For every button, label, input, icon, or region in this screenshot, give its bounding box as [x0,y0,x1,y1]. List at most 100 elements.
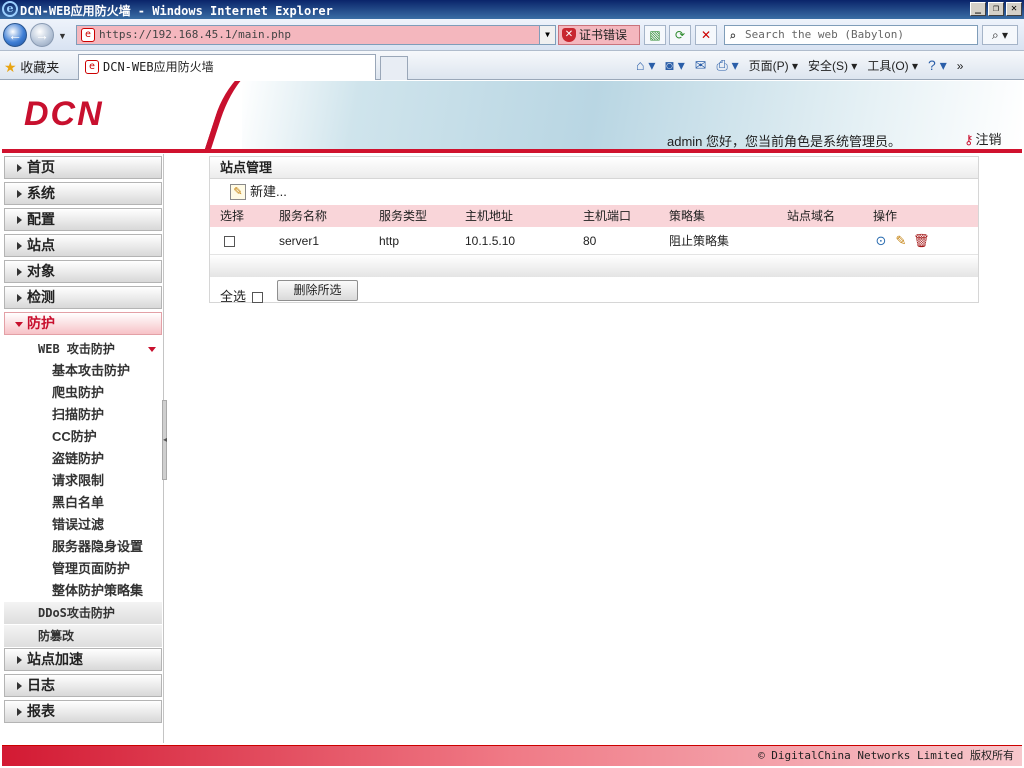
logout-label: 注销 [975,132,1002,147]
host-address-cell: 10.1.5.10 [465,234,516,248]
sidebar-item-detect[interactable]: 检测 [4,286,162,309]
row-select-checkbox[interactable] [224,236,235,248]
select-all: 全选 [220,286,264,305]
web-group-label: WEB 攻击防护 [38,342,115,356]
sidebar-item-system[interactable]: 系统 [4,182,162,205]
key-icon: ⚷ [964,132,974,147]
search-go-button[interactable]: ⌕ ▾ [982,25,1018,45]
table-header: 选择 服务名称 服务类型 主机地址 主机端口 策略集 站点域名 操作 [210,205,978,227]
stop-icon[interactable]: ✕ [695,25,717,45]
search-placeholder: Search the web (Babylon) [745,28,904,41]
edit-icon[interactable]: ✎ [893,233,909,249]
browser-tab[interactable]: e DCN-WEB应用防火墙 [78,54,376,80]
host-port-cell: 80 [583,234,597,248]
tools-menu[interactable]: 工具(O) ▾ [867,57,918,74]
column-header: 操作 [873,209,898,223]
user-info: admin 您好，您当前角色是系统管理员。 [667,134,902,149]
panel-title: 站点管理 [210,157,978,179]
sidebar-subitem[interactable]: 管理页面防护 [52,558,130,580]
star-icon: ★ [4,59,17,75]
sidebar-group-tamper[interactable]: 防篡改 [4,625,162,647]
app-header: DCN admin 您好，您当前角色是系统管理员。 ⚷ 注销 [2,81,1022,149]
actions-cell: ⊙ ✎ 🗑 [873,227,933,255]
favorites-button[interactable]: ★ 收藏夹 [4,57,59,76]
column-header: 选择 [220,209,245,223]
select-all-checkbox[interactable] [252,292,264,304]
delete-icon[interactable]: 🗑 [913,233,930,249]
cert-error-label: 证书错误 [579,28,628,42]
sidebar-item-report[interactable]: 报表 [4,700,162,723]
more-chevron-icon[interactable]: » [957,59,964,73]
column-header: 站点域名 [787,209,836,223]
close-window-button[interactable]: ✕ [1006,2,1022,16]
restore-button[interactable]: ❐ [988,2,1004,16]
page-ie-icon: e [81,28,95,42]
safety-menu[interactable]: 安全(S) ▾ [808,57,857,74]
view-icon[interactable]: ⊙ [873,233,889,249]
policy-cell: 阻止策略集 [669,234,730,248]
print-icon[interactable]: ⎙ ▾ [716,57,738,74]
column-header: 主机地址 [465,209,514,223]
new-site-label: 新建... [250,184,287,199]
sidebar-group-ddos[interactable]: DDoS攻击防护 [4,602,162,624]
refresh-icon[interactable]: ⟳ [669,25,691,45]
sidebar-item-object[interactable]: 对象 [4,260,162,283]
service-type-cell: http [379,234,400,248]
table-row: server1 http 10.1.5.10 80 阻止策略集 ⊙ ✎ 🗑 [210,227,978,255]
search-icon: ⌕ [729,29,737,43]
history-dropdown-icon[interactable]: ▼ [58,31,67,41]
window-title-bar: e DCN-WEB应用防火墙 - Windows Internet Explor… [0,0,1024,19]
column-header: 服务类型 [379,209,428,223]
header-divider [2,149,1022,153]
row-checkbox-cell [220,227,235,255]
mail-icon[interactable]: ✉ [695,57,707,74]
new-tab-button[interactable] [380,56,408,80]
window-title: DCN-WEB应用防火墙 - Windows Internet Explorer [20,4,333,18]
sidebar-item-acceleration[interactable]: 站点加速 [4,648,162,671]
select-all-label: 全选 [220,289,247,304]
shield-error-icon: ✕ [562,28,576,42]
home-icon[interactable]: ⌂ ▾ [636,57,655,74]
sidebar-subitem[interactable]: 请求限制 [52,470,104,492]
tab-title: DCN-WEB应用防火墙 [103,60,214,74]
help-icon[interactable]: ? ▾ [928,57,947,74]
address-text: https://192.168.45.1/main.php [99,28,292,41]
favorites-label: 收藏夹 [20,60,60,75]
sidebar-subitem[interactable]: 服务器隐身设置 [52,536,143,558]
sidebar-subitem[interactable]: 黑白名单 [52,492,104,514]
rights-text: 版权所有 [970,749,1014,762]
cert-error-button[interactable]: ✕ 证书错误 [558,25,640,45]
sidebar-item-log[interactable]: 日志 [4,674,162,697]
column-header: 服务名称 [279,209,328,223]
sidebar-subitem[interactable]: 扫描防护 [52,404,104,426]
sidebar-subitem[interactable]: CC防护 [52,426,97,448]
command-bar: ⌂ ▾ ◙ ▾ ✉ ⎙ ▾ 页面(P) ▾ 安全(S) ▾ 工具(O) ▾ ? … [636,57,963,74]
sidebar-collapse-handle[interactable]: ◂ [162,400,167,480]
feeds-icon[interactable]: ◙ ▾ [665,57,684,74]
logout-link[interactable]: ⚷ 注销 [964,129,1002,148]
sidebar-item-config[interactable]: 配置 [4,208,162,231]
edit-new-icon: ✎ [230,184,246,200]
minimize-button[interactable]: _ [970,2,986,16]
sidebar-item-home[interactable]: 首页 [4,156,162,179]
sidebar-subitem[interactable]: 错误过滤 [52,514,104,536]
new-site-button[interactable]: ✎ 新建... [230,184,287,200]
sidebar-item-site[interactable]: 站点 [4,234,162,257]
forward-button[interactable]: → [30,23,54,47]
copyright-text: © DigitalChina Networks Limited [758,749,964,762]
page-menu[interactable]: 页面(P) ▾ [749,57,798,74]
delete-selected-button[interactable]: 删除所选 [277,280,358,301]
sidebar-subitem[interactable]: 爬虫防护 [52,382,104,404]
sidebar-group-web-attack[interactable]: WEB 攻击防护 [4,338,162,360]
back-button[interactable]: ← [3,23,27,47]
sidebar: 首页 系统 配置 站点 对象 检测 防护 WEB 攻击防护 基本攻击防护 爬虫防… [2,154,164,743]
service-name-cell: server1 [279,234,320,248]
sidebar-subitem[interactable]: 基本攻击防护 [52,360,130,382]
compatibility-view-icon[interactable]: ▧ [644,25,666,45]
address-dropdown-icon[interactable]: ▼ [539,26,555,44]
address-input[interactable]: e https://192.168.45.1/main.php ▼ [76,25,556,45]
search-input[interactable]: ⌕ Search the web (Babylon) [724,25,978,45]
sidebar-subitem[interactable]: 盗链防护 [52,448,104,470]
sidebar-item-protect[interactable]: 防护 [4,312,162,335]
sidebar-subitem[interactable]: 整体防护策略集 [52,580,143,602]
